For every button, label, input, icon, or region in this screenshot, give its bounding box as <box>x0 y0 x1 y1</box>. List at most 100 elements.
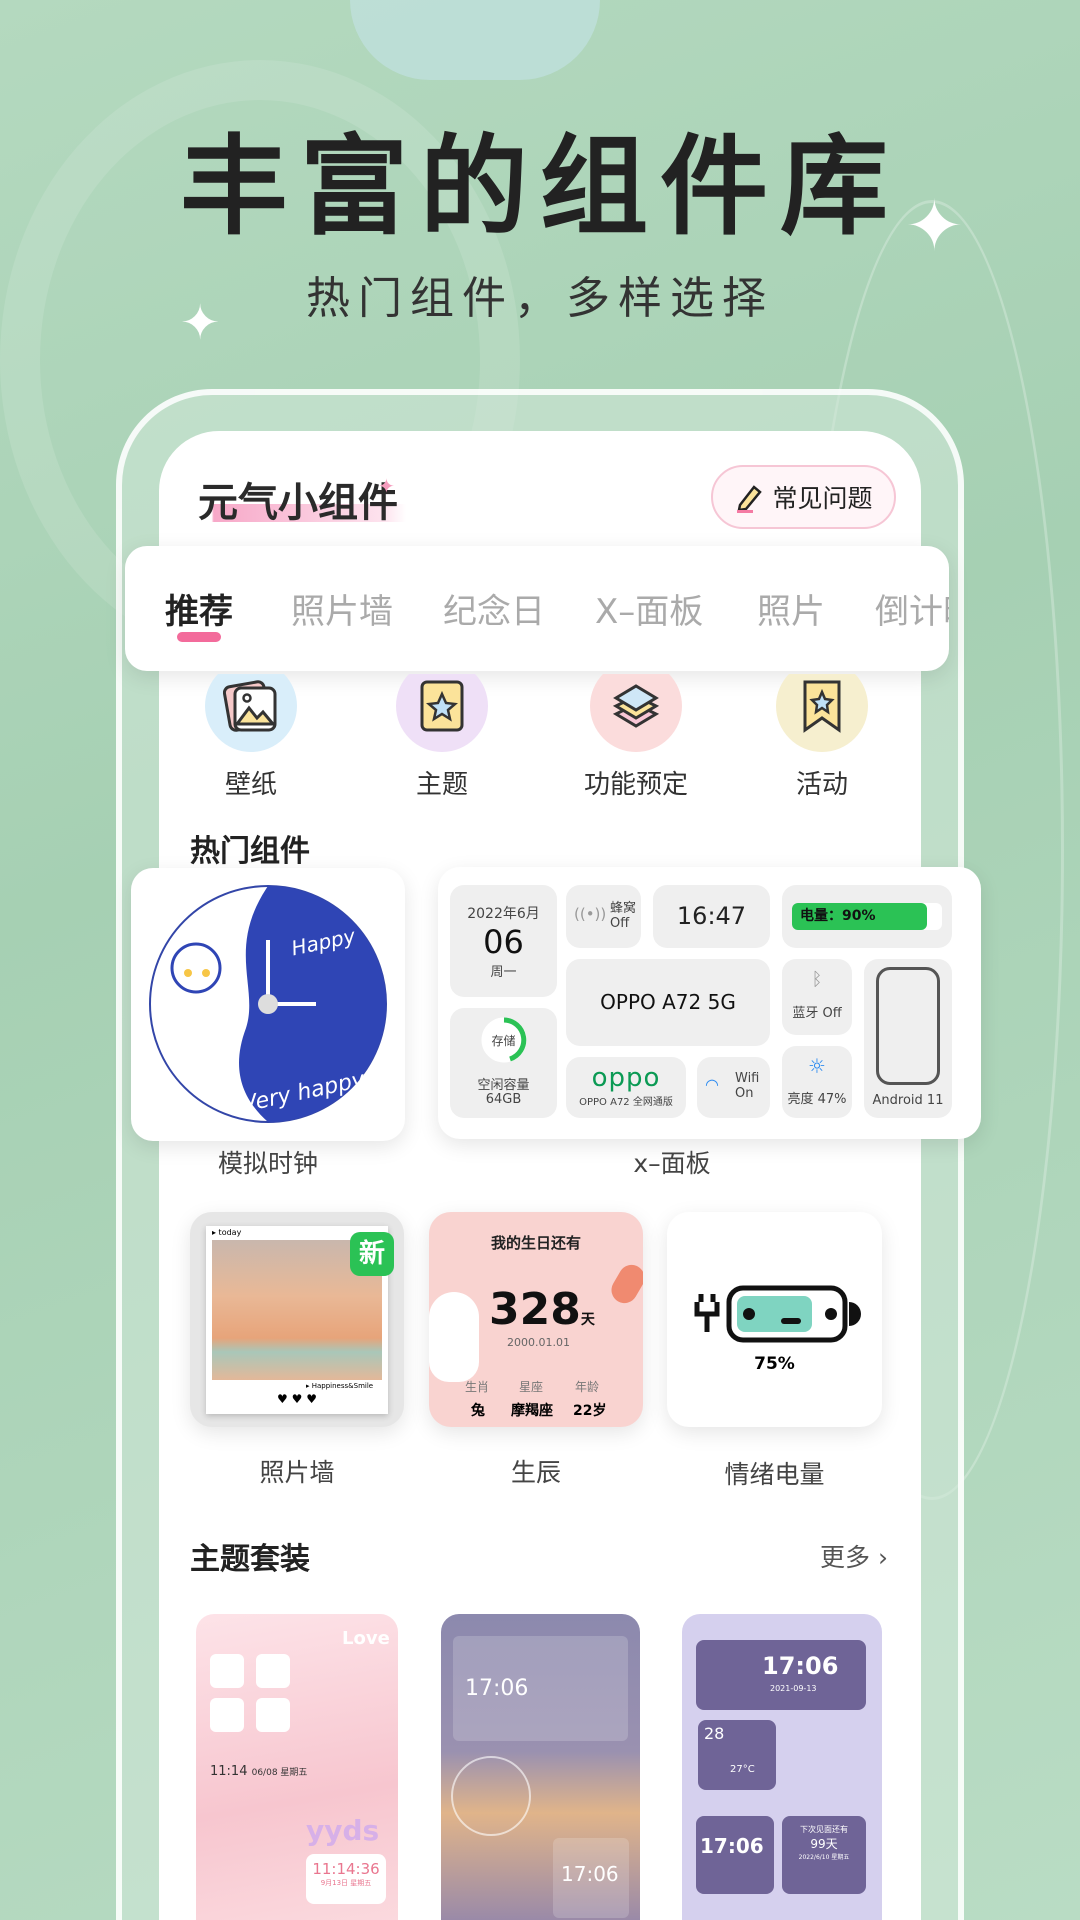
theme-card-sky[interactable]: 17:06 17:06 <box>441 1614 640 1920</box>
app-title: 元气小组件 <box>190 470 406 528</box>
theme-text: 17:06 <box>700 1834 764 1858</box>
brand-subtitle: OPPO A72 全网通版 <box>579 1097 673 1108</box>
category-wallpaper[interactable]: 壁纸 <box>171 660 331 801</box>
faq-button[interactable]: 常见问题 <box>711 465 896 529</box>
age-header: 年龄 <box>575 1380 600 1394</box>
widget-label: x–面板 <box>633 1149 711 1178</box>
theme-clock-widget: 11:14:36 9月13日 星期五 <box>306 1854 386 1904</box>
storage-label: 存储 <box>491 1034 516 1048</box>
brightness-tile: ☼ 亮度 47% <box>782 1046 852 1118</box>
app-icon <box>256 1698 290 1732</box>
android-tile: Android 11 <box>864 959 952 1118</box>
category-theme[interactable]: 主题 <box>362 660 522 801</box>
bookmark-star-icon <box>776 674 868 752</box>
theme-text: 11:14 06/08 星期五 <box>210 1764 308 1779</box>
antenna-icon: ((•)) <box>574 905 607 923</box>
birthday-date: 2000.01.01 <box>507 1336 570 1349</box>
section-title-themes: 主题套装 <box>190 1542 310 1577</box>
theme-widget: 下次见面还有 99天 2022/6/10 星期五 <box>782 1816 866 1894</box>
photo-caption: ▸ Happiness&Smile <box>306 1382 374 1390</box>
battery-tile: 电量：90% <box>782 885 952 948</box>
faq-label: 常见问题 <box>772 484 873 513</box>
widget-x-panel[interactable]: 2022年6月 06 周一 ((•)) 蜂窝 Off 16:47 电量：90% O… <box>438 867 981 1139</box>
battery-bar-fill: 电量：90% <box>792 903 927 930</box>
theme-clock-face <box>451 1756 531 1836</box>
zodiac-header: 生肖 <box>465 1380 490 1394</box>
birthday-days: 328天 <box>489 1284 595 1335</box>
more-label: 更多 <box>820 1543 871 1572</box>
theme-card-purple[interactable]: 17:06 2021-09-13 28 27°C 17:06 下次见面还有 99天… <box>682 1614 882 1920</box>
brand-tile: oppo OPPO A72 全网通版 <box>566 1057 686 1118</box>
sparkle-icon: ✦ <box>905 185 964 267</box>
new-badge: 新 <box>350 1232 394 1276</box>
wifi-state: On <box>735 1086 754 1101</box>
wifi-icon: ◠ <box>705 1075 719 1094</box>
widget-label: 模拟时钟 <box>217 1149 318 1178</box>
model-tile: OPPO A72 5G <box>566 959 770 1046</box>
theme-card-pink[interactable]: Love 11:14 06/08 星期五 yyds 11:14:36 9月13日 … <box>196 1614 398 1920</box>
tab-photo[interactable]: 照片 <box>757 584 825 633</box>
tab-bar: 推荐 照片墙 纪念日 X–面板 照片 倒计时 <box>125 546 949 671</box>
pencil-icon <box>737 485 763 513</box>
time-tile: 16:47 <box>653 885 770 948</box>
date-month: 2022年6月 <box>467 906 540 922</box>
heart-icons: ♥ ♥ ♥ <box>277 1392 317 1406</box>
tab-photo-wall[interactable]: 照片墙 <box>291 584 393 633</box>
widget-birthday[interactable]: 我的生日还有 328天 2000.01.01 生肖 星座 年龄 兔 摩羯座 22… <box>429 1212 643 1427</box>
storage-tile: 存储 空闲容量 64GB <box>450 1008 557 1118</box>
age-value: 22岁 <box>573 1403 607 1419</box>
mood-battery-icon <box>694 1285 861 1343</box>
section-title-hot: 热门组件 <box>190 834 310 869</box>
category-feature-booking[interactable]: 功能预定 <box>556 660 716 801</box>
theme-text: yyds <box>306 1814 380 1847</box>
app-icon <box>210 1654 244 1688</box>
tab-anniversary[interactable]: 纪念日 <box>443 584 545 633</box>
sign-header: 星座 <box>519 1380 544 1394</box>
category-label: 功能预定 <box>583 770 688 800</box>
cellular-tile: ((•)) 蜂窝 Off <box>566 885 641 948</box>
carrot-illustration <box>606 1260 643 1308</box>
tab-countdown[interactable]: 倒计时 <box>875 584 949 633</box>
widget-analog-clock[interactable]: Happy Very happy <box>131 868 405 1141</box>
theme-text: 28 <box>704 1724 725 1743</box>
widget-photo-wall[interactable]: ▸ today ▸ Happiness&Smile ♥ ♥ ♥ 新 <box>190 1212 404 1427</box>
rabbit-illustration <box>429 1292 479 1382</box>
date-tile: 2022年6月 06 周一 <box>450 885 557 997</box>
category-events[interactable]: 活动 <box>742 660 902 801</box>
photo-today: ▸ today <box>212 1228 242 1237</box>
layers-icon <box>590 674 682 752</box>
bluetooth-tile: ᛒ 蓝牙 Off <box>782 959 852 1035</box>
sparkle-icon: ✦ <box>378 474 395 498</box>
theme-text: 27°C <box>730 1764 755 1775</box>
theme-text: 17:06 <box>561 1862 619 1886</box>
widget-mood-battery[interactable]: 75% <box>667 1212 882 1427</box>
widget-label: 情绪电量 <box>724 1460 825 1489</box>
theme-text: 2021-09-13 <box>770 1684 817 1693</box>
theme-text: 17:06 <box>465 1676 529 1701</box>
theme-text: 17:06 <box>762 1652 839 1680</box>
sparkle-icon: ✦ <box>180 295 221 351</box>
wallpaper-icon <box>205 674 297 752</box>
app-icon <box>256 1654 290 1688</box>
widget-label: 照片墙 <box>259 1458 335 1487</box>
bluetooth-icon: ᛒ <box>811 969 823 990</box>
tab-x-panel[interactable]: X–面板 <box>595 584 703 633</box>
category-label: 主题 <box>415 770 468 800</box>
widget-label: 生辰 <box>510 1458 561 1487</box>
date-day: 06 <box>483 923 524 961</box>
theme-icon <box>396 674 488 752</box>
bluetooth-status: 蓝牙 Off <box>792 1006 842 1021</box>
wifi-label: Wifi <box>735 1071 760 1086</box>
tab-recommend[interactable]: 推荐 <box>165 584 233 633</box>
wifi-text: Wifi On <box>735 1071 759 1101</box>
phone-outline-icon <box>876 967 940 1085</box>
more-link[interactable]: 更多 › <box>820 1538 888 1574</box>
tab-indicator <box>177 632 221 642</box>
storage-size: 64GB <box>485 1092 522 1107</box>
date-week: 周一 <box>490 965 517 980</box>
category-label: 活动 <box>795 770 848 800</box>
birthday-title: 我的生日还有 <box>490 1234 581 1252</box>
zodiac-value: 兔 <box>471 1403 485 1419</box>
mood-percent: 75% <box>754 1354 795 1374</box>
theme-text: Love <box>342 1628 390 1649</box>
